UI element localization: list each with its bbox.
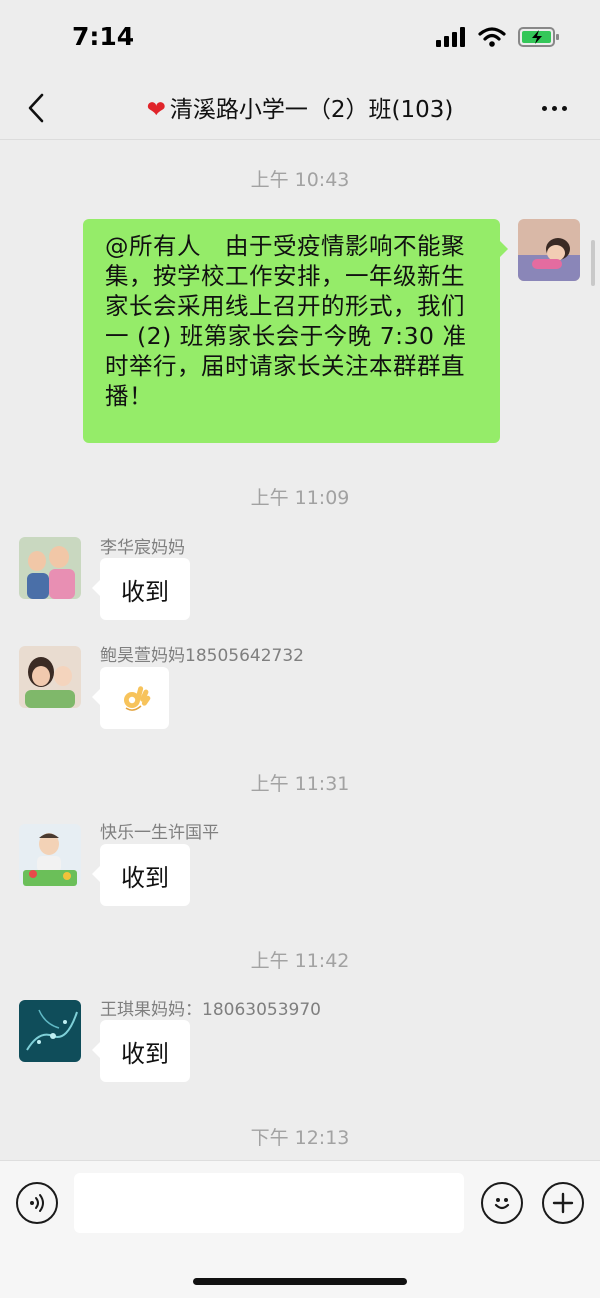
sender-name: 鲍昊萱妈妈18505642732 bbox=[100, 646, 304, 666]
more-button[interactable] bbox=[534, 88, 574, 128]
timestamp: 上午 10:43 bbox=[250, 169, 350, 191]
more-functions-button[interactable] bbox=[542, 1182, 584, 1224]
emoji-icon bbox=[494, 1198, 510, 1210]
sender-name: 王琪果妈妈：18063053970 bbox=[100, 1000, 321, 1020]
incoming-message-bubble[interactable]: 收到 bbox=[92, 558, 190, 620]
more-icon bbox=[541, 105, 567, 111]
outgoing-message-bubble[interactable]: @所有人 由于受疫情影响不能聚集，按学校工作安排，一年级新生家长会采用线上召开的… bbox=[83, 219, 508, 443]
timestamp: 下午 12:13 bbox=[250, 1127, 350, 1149]
chat-header: ❤ 清溪路小学一（2）班(103) bbox=[0, 78, 600, 140]
status-time: 7:14 bbox=[72, 22, 135, 51]
ok-hand-icon bbox=[123, 686, 150, 711]
incoming-message-bubble[interactable] bbox=[92, 667, 169, 729]
emoji-button[interactable] bbox=[481, 1182, 523, 1224]
back-button[interactable] bbox=[18, 88, 54, 128]
home-indicator bbox=[193, 1278, 407, 1285]
sender-avatar[interactable] bbox=[19, 824, 81, 886]
scrollbar[interactable] bbox=[591, 240, 595, 286]
incoming-message-bubble[interactable]: 收到 bbox=[92, 844, 190, 906]
my-avatar[interactable] bbox=[518, 219, 580, 281]
status-bar: 7:14 bbox=[0, 0, 600, 78]
sender-avatar[interactable] bbox=[19, 1000, 81, 1062]
sender-name: 快乐一生许国平 bbox=[100, 823, 219, 843]
battery-icon bbox=[518, 27, 559, 47]
wifi-icon bbox=[478, 27, 506, 47]
message-text: 收到 bbox=[121, 863, 169, 892]
voice-icon bbox=[30, 1194, 44, 1212]
plus-icon bbox=[552, 1192, 574, 1214]
message-input[interactable] bbox=[74, 1173, 464, 1233]
chat-title: ❤ 清溪路小学一（2）班(103) bbox=[80, 90, 520, 124]
incoming-message-bubble[interactable]: 收到 bbox=[92, 1020, 190, 1082]
sender-name: 李华宸妈妈 bbox=[100, 538, 185, 558]
sender-avatar[interactable] bbox=[19, 537, 81, 599]
chevron-left-icon bbox=[28, 93, 44, 123]
message-text: @所有人 由于受疫情影响不能聚集，按学校工作安排，一年级新生家长会采用线上召开的… bbox=[105, 232, 467, 410]
timestamp: 上午 11:09 bbox=[250, 487, 350, 509]
input-bar bbox=[0, 1160, 600, 1298]
message-text: 收到 bbox=[121, 1039, 169, 1068]
message-text: 收到 bbox=[121, 577, 169, 606]
heart-icon: ❤ bbox=[146, 97, 166, 123]
message-list[interactable]: 上午 10:43 @所有人 由于受疫情影响不能聚集，按学校工作安排，一年级新生家… bbox=[0, 140, 600, 1160]
group-name: 清溪路小学一（2）班(103) bbox=[169, 97, 454, 123]
voice-input-button[interactable] bbox=[16, 1182, 58, 1224]
status-icons bbox=[436, 26, 560, 48]
timestamp: 上午 11:31 bbox=[250, 773, 350, 795]
signal-icon bbox=[436, 27, 465, 47]
timestamp: 上午 11:42 bbox=[250, 950, 350, 972]
sender-avatar[interactable] bbox=[19, 646, 81, 708]
